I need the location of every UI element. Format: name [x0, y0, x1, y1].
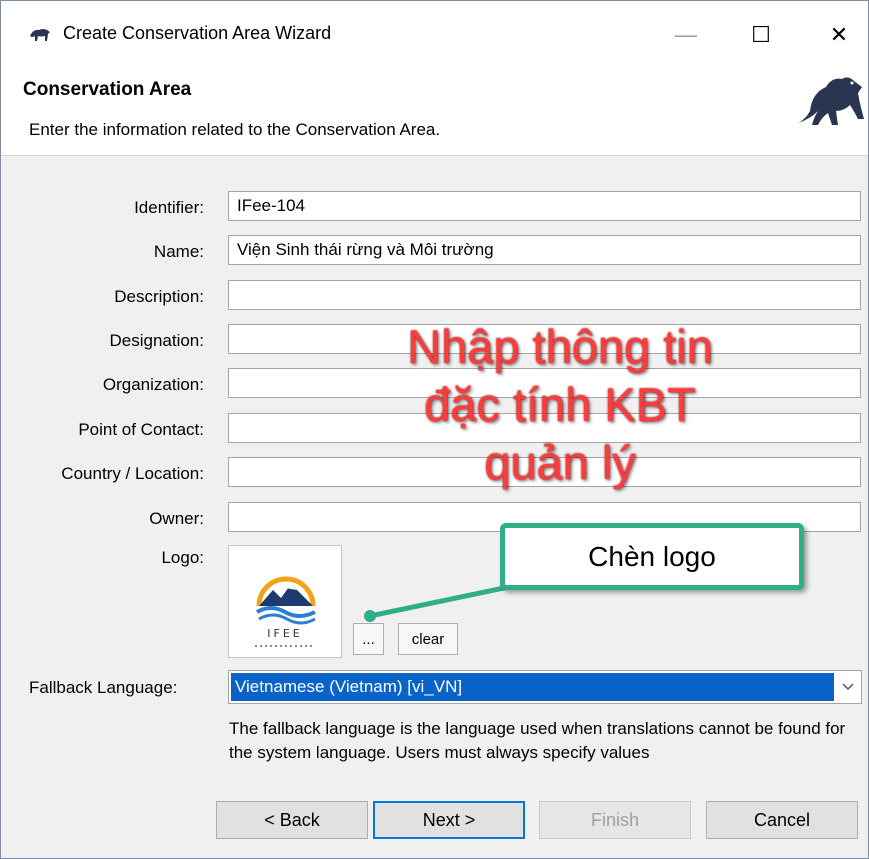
fallback-language-value: Vietnamese (Vietnam) [vi_VN] — [231, 673, 834, 701]
logo-preview: IFEE — [228, 545, 342, 658]
cancel-button[interactable]: Cancel — [706, 801, 858, 839]
maximize-button[interactable]: ☐ — [738, 15, 784, 55]
point-of-contact-label: Point of Contact: — [78, 420, 204, 439]
identifier-input[interactable] — [228, 191, 861, 221]
identifier-label: Identifier: — [134, 198, 204, 217]
annotation-line-3: quản lý — [484, 436, 636, 489]
svg-text:IFEE: IFEE — [267, 627, 302, 640]
description-input[interactable] — [228, 280, 861, 310]
description-label: Description: — [114, 287, 204, 306]
wizard-header: Conservation Area Enter the information … — [1, 67, 868, 156]
country-location-label: Country / Location: — [61, 464, 204, 483]
fallback-language-label: Fallback Language: — [29, 678, 178, 697]
clear-logo-button[interactable]: clear — [398, 623, 458, 655]
close-button[interactable]: ✕ — [816, 15, 862, 55]
fallback-language-note: The fallback language is the language us… — [229, 719, 846, 762]
logo-label: Logo: — [161, 548, 204, 567]
panther-icon — [30, 29, 50, 41]
back-button[interactable]: < Back — [216, 801, 368, 839]
page-description: Enter the information related to the Con… — [29, 120, 441, 139]
organization-label: Organization: — [102, 375, 204, 394]
owner-label: Owner: — [149, 509, 204, 528]
name-label: Name: — [153, 242, 204, 261]
browse-logo-button[interactable]: ... — [353, 623, 384, 655]
chevron-down-icon — [842, 683, 854, 691]
minimize-button[interactable]: — — [663, 15, 709, 55]
logo-callout: Chèn logo — [500, 523, 804, 590]
designation-label: Designation: — [109, 331, 204, 350]
finish-button[interactable]: Finish — [539, 801, 691, 839]
annotation-line-1: Nhập thông tin — [407, 320, 713, 373]
name-input[interactable] — [228, 235, 861, 265]
annotation-text: Nhập thông tin đặc tính KBT quản lý — [375, 318, 745, 492]
ifee-logo: IFEE — [255, 576, 316, 647]
annotation-line-2: đặc tính KBT — [424, 378, 696, 431]
page-title: Conservation Area — [23, 79, 192, 100]
window-title: Create Conservation Area Wizard — [63, 23, 332, 43]
title-bar: Create Conservation Area Wizard — ☐ ✕ — [1, 1, 868, 67]
next-button[interactable]: Next > — [373, 801, 525, 839]
fallback-language-select[interactable]: Vietnamese (Vietnam) [vi_VN] — [228, 670, 862, 704]
panther-icon — [798, 77, 864, 125]
